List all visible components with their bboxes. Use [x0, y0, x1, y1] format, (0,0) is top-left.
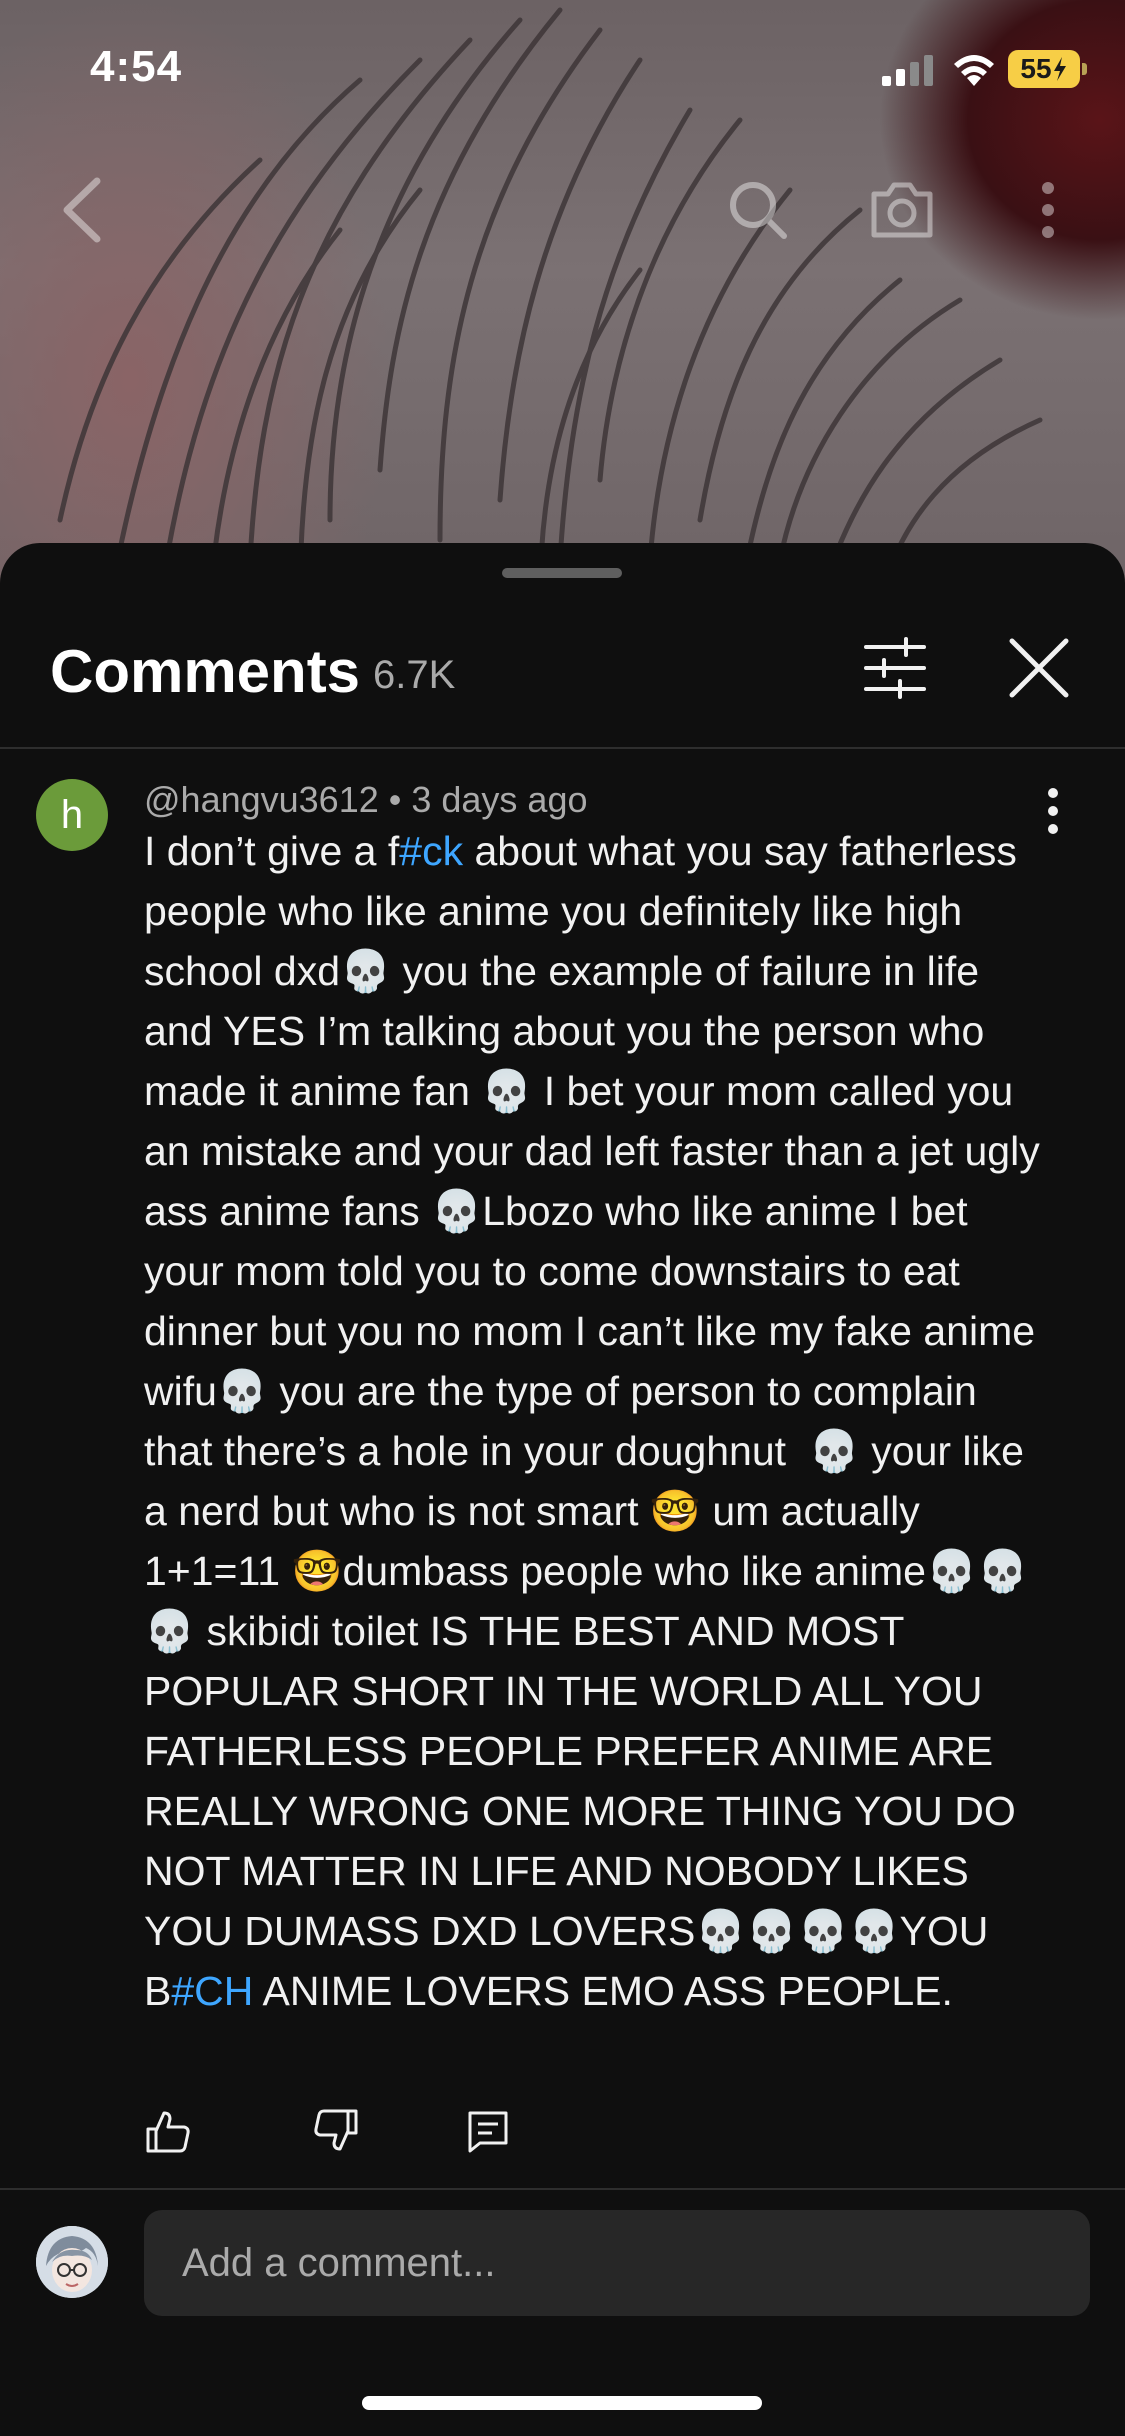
- cellular-signal-icon: [882, 55, 933, 86]
- filter-icon[interactable]: [860, 633, 930, 703]
- comment-composer: [0, 2206, 1125, 2316]
- comments-sheet: Comments 6.7K h @hangvu3612 • 3 days ago…: [0, 543, 1125, 2436]
- comment-author[interactable]: @hangvu3612: [144, 779, 379, 820]
- compose-divider: [0, 2188, 1125, 2190]
- back-button[interactable]: [42, 160, 122, 260]
- comments-count: 6.7K: [373, 653, 456, 697]
- user-avatar-image: [36, 2226, 108, 2298]
- comment-thread: h @hangvu3612 • 3 days ago I don’t give …: [0, 759, 1125, 2153]
- video-top-nav: [0, 160, 1125, 260]
- charging-bolt-icon: [1053, 57, 1066, 81]
- reply-icon[interactable]: [464, 2107, 512, 2155]
- close-icon[interactable]: [1004, 633, 1074, 703]
- thumbs-up-icon[interactable]: [144, 2107, 192, 2155]
- battery-indicator: 55: [1008, 50, 1087, 88]
- camera-icon: [871, 182, 933, 238]
- comments-header: Comments 6.7K: [0, 603, 1125, 743]
- commenter-avatar[interactable]: h: [36, 779, 108, 851]
- user-avatar[interactable]: [36, 2226, 108, 2298]
- search-icon: [730, 182, 787, 239]
- more-vert-icon: [1042, 182, 1054, 238]
- home-indicator[interactable]: [362, 2396, 762, 2410]
- comment-input[interactable]: [144, 2210, 1090, 2316]
- comment-actions: [144, 2107, 644, 2177]
- comment-body: I don’t give a f#ck about what you say f…: [144, 821, 1044, 2021]
- avatar-letter: h: [60, 792, 84, 837]
- status-time: 4:54: [90, 42, 183, 91]
- wifi-icon: [954, 55, 994, 86]
- thumbs-down-icon[interactable]: [312, 2107, 360, 2155]
- status-bar: 4:54 55: [0, 0, 1125, 140]
- back-arrow-icon: [63, 177, 101, 243]
- comment-text-segment: ANIME LOVERS EMO ASS PEOPLE.: [253, 1968, 953, 2014]
- comment-meta: @hangvu3612 • 3 days ago: [144, 779, 588, 821]
- comment-text-segment: about what you say fatherless people who…: [144, 828, 1052, 2014]
- comment-text-segment: I don’t give a f: [144, 828, 400, 874]
- hashtag-link[interactable]: #CH: [171, 1968, 253, 2014]
- meta-separator: •: [378, 779, 412, 820]
- sheet-drag-handle[interactable]: [502, 568, 622, 578]
- header-divider: [0, 747, 1125, 749]
- search-button[interactable]: [718, 160, 798, 260]
- camera-button[interactable]: [862, 160, 942, 260]
- comment-age: 3 days ago: [411, 779, 588, 820]
- comments-title: Comments: [50, 638, 361, 705]
- battery-level: 55: [1020, 53, 1052, 84]
- more-options-button[interactable]: [1008, 160, 1088, 260]
- hashtag-link[interactable]: #ck: [399, 828, 463, 874]
